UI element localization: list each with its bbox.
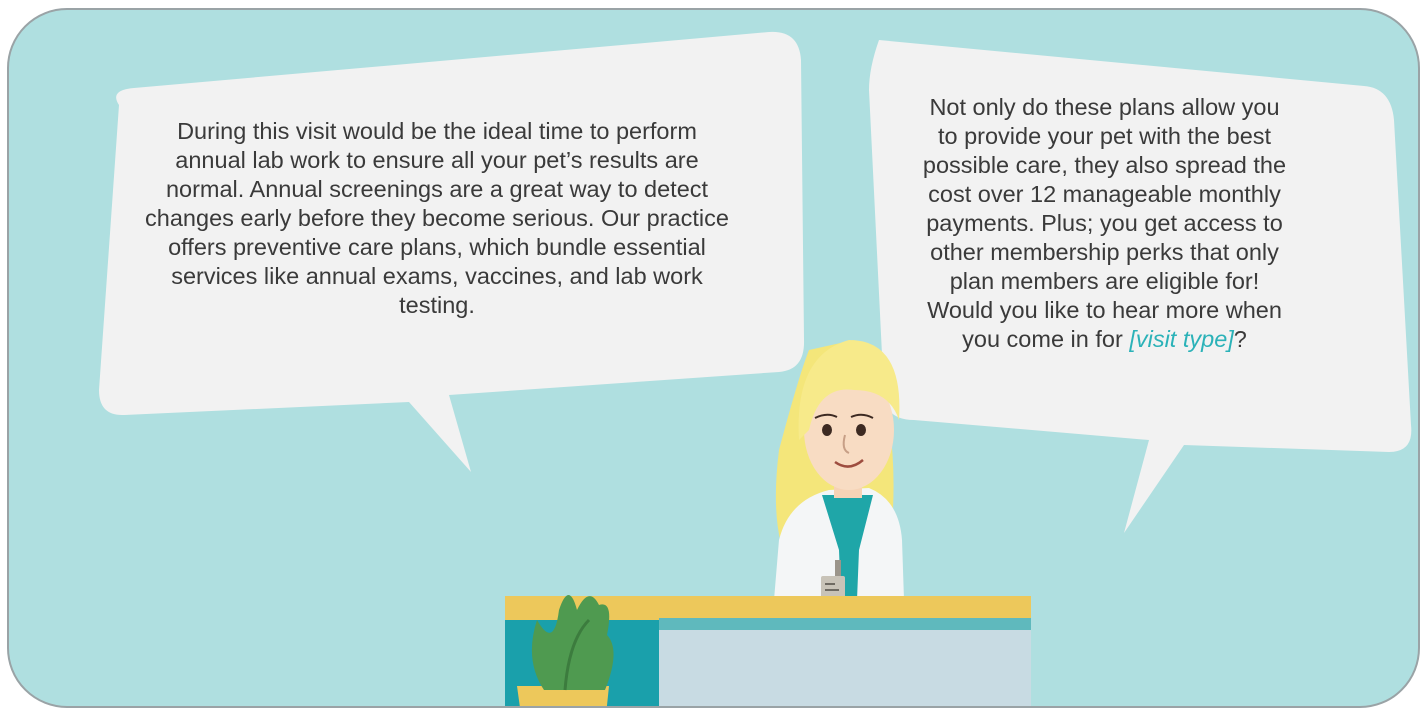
desk-front [659,620,1031,706]
visit-type-placeholder: [visit type] [1129,326,1234,352]
right-eye [856,424,866,436]
speech-text-end: ? [1233,326,1247,352]
name-badge [821,576,845,598]
scene-panel: During this visit would be the ideal tim… [7,8,1420,708]
speech-bubble-left-text: During this visit would be the ideal tim… [145,118,729,318]
speech-bubble-right-text: Not only do these plans allow you to pro… [922,93,1287,354]
left-eye [822,424,832,436]
speech-text-main: Not only do these plans allow you to pro… [922,94,1287,352]
